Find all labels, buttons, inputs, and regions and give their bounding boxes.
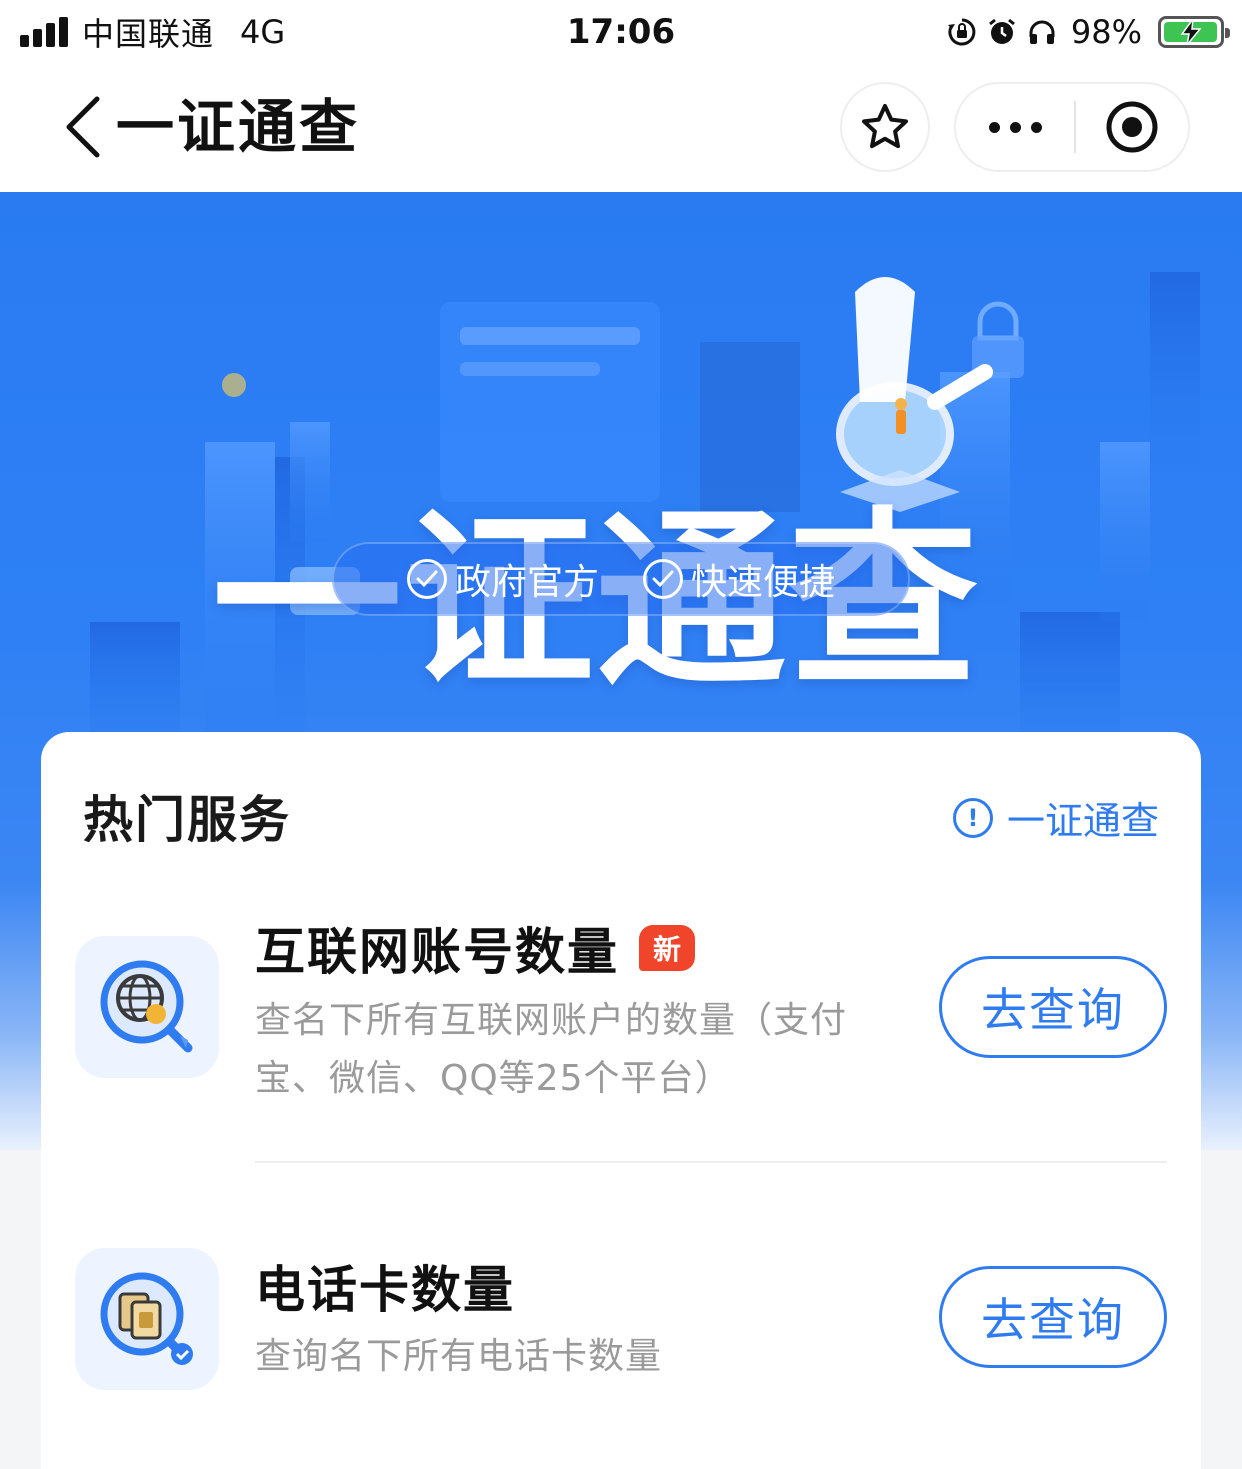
more-icon-dot [1030, 121, 1042, 133]
page: 中国联通 4G 17:06 98% 一证通查 政府官方 快速便捷 热门服务 ! … [0, 0, 1242, 1469]
battery-cap [1225, 28, 1230, 38]
more-icon [988, 121, 1000, 133]
more-button[interactable] [956, 84, 1074, 170]
hot-services-card: 热门服务 ! 一证通查 互联网账号数量 新 查名下所有互联网账户的数量（支付 宝… [41, 732, 1201, 1469]
more-icon-dot [1009, 121, 1021, 133]
badge-label: 政府官方 [454, 562, 599, 603]
badge-fast: 快速便捷 [643, 553, 835, 605]
check-icon [643, 559, 683, 599]
service-item-internet-accounts[interactable]: 互联网账号数量 新 查名下所有互联网账户的数量（支付 宝、微信、QQ等25个平台… [41, 902, 1201, 1162]
close-button[interactable] [1076, 84, 1188, 170]
menu-capsule [954, 82, 1190, 172]
nav-bar: 一证通查 [0, 64, 1242, 192]
back-button[interactable] [58, 94, 108, 160]
service-name-text: 电话卡数量 [255, 1261, 515, 1319]
page-title: 一证通查 [116, 93, 361, 161]
sim-card-search-icon [75, 1248, 219, 1390]
headphones-icon [1027, 17, 1057, 47]
status-bar: 中国联通 4G 17:06 98% [0, 0, 1242, 64]
service-description: 查询名下所有电话卡数量 [255, 1328, 662, 1386]
info-icon: ! [952, 797, 993, 838]
section-title: 热门服务 [83, 791, 291, 849]
back-icon [66, 96, 100, 158]
query-button[interactable]: 去查询 [939, 1266, 1167, 1368]
banner-badges: 政府官方 快速便捷 [332, 542, 910, 616]
new-badge: 新 [639, 925, 695, 971]
service-description-line: 查询名下所有电话卡数量 [255, 1336, 663, 1377]
favorite-button[interactable] [840, 82, 930, 172]
service-item-phone-cards[interactable]: 电话卡数量 查询名下所有电话卡数量 去查询 [41, 1242, 1201, 1442]
about-link[interactable]: ! 一证通查 [952, 790, 1159, 845]
service-description-line: 查名下所有互联网账户的数量（支付 [255, 1000, 848, 1041]
service-name: 互联网账号数量 新 [255, 912, 695, 984]
globe-search-icon [75, 936, 219, 1078]
check-icon [406, 559, 447, 599]
badge-official: 政府官方 [406, 553, 599, 605]
bolt-icon [1161, 19, 1221, 45]
star-icon [862, 104, 908, 149]
rotation-lock-icon [947, 17, 977, 47]
alarm-icon [987, 17, 1017, 47]
divider [255, 1161, 1167, 1163]
badge-label: 快速便捷 [691, 562, 836, 603]
about-link-label: 一证通查 [1006, 799, 1159, 843]
service-name: 电话卡数量 [255, 1250, 515, 1322]
close-target-icon [1106, 101, 1158, 153]
battery-percent: 98% [1070, 13, 1142, 51]
service-name-text: 互联网账号数量 [255, 923, 619, 981]
service-description-line: 宝、微信、QQ等25个平台） [255, 1058, 732, 1099]
query-button[interactable]: 去查询 [939, 956, 1167, 1058]
status-right: 98% [947, 10, 1230, 54]
battery-charging-icon [1158, 16, 1230, 48]
service-description: 查名下所有互联网账户的数量（支付 宝、微信、QQ等25个平台） [255, 992, 847, 1108]
